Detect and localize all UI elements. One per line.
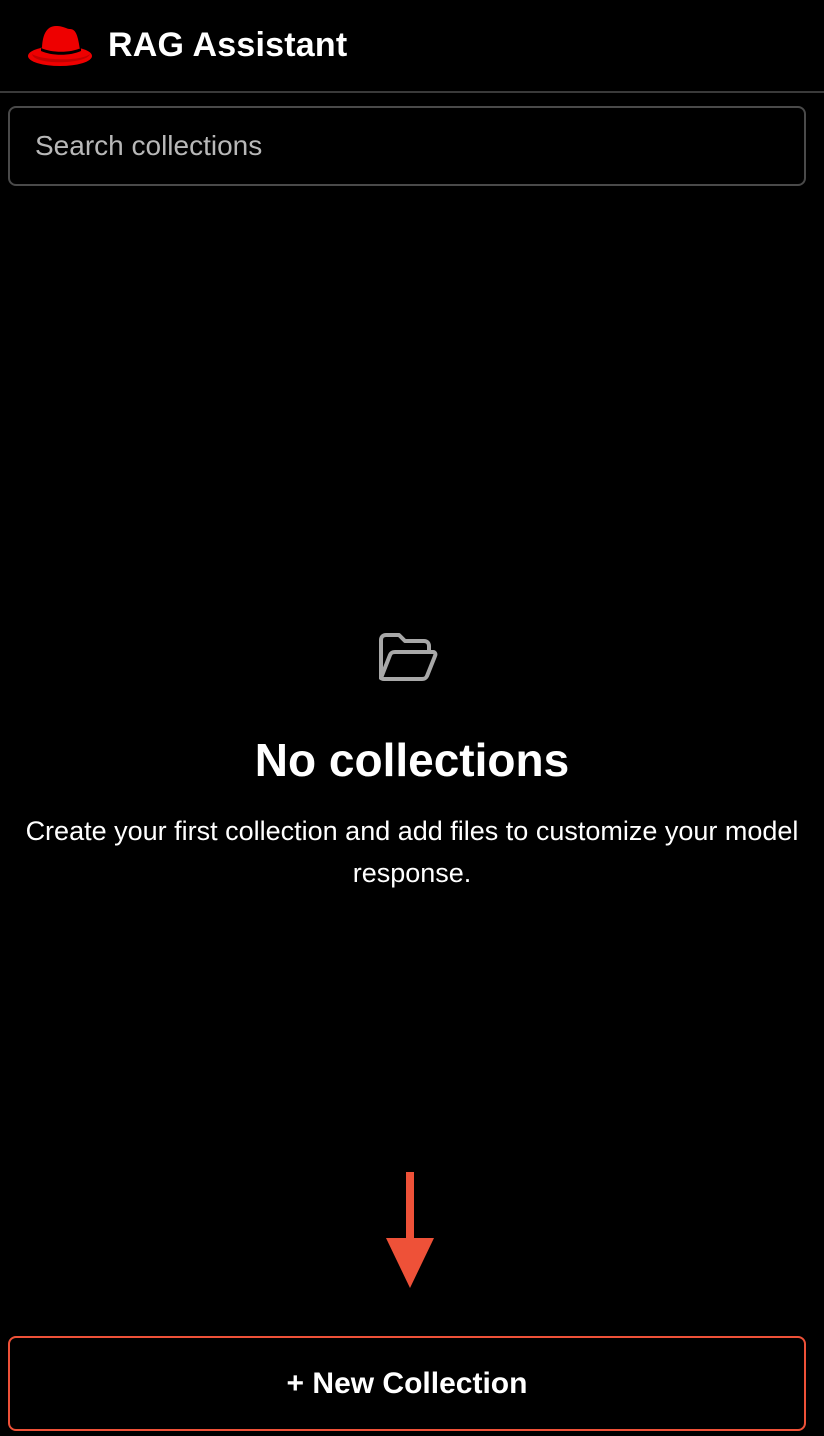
search-input[interactable] xyxy=(10,108,804,184)
red-hat-fedora-icon xyxy=(28,26,92,66)
new-collection-button[interactable]: + New Collection xyxy=(8,1336,806,1431)
rag-assistant-sidebar: RAG Assistant No collections Create your… xyxy=(0,0,824,1436)
app-title: RAG Assistant xyxy=(108,26,348,64)
arrow-down-icon xyxy=(386,1172,434,1288)
empty-state-title: No collections xyxy=(254,734,570,786)
empty-state-description: Create your first collection and add fil… xyxy=(25,816,799,888)
app-header: RAG Assistant xyxy=(0,0,824,93)
folder-open-icon xyxy=(379,633,438,681)
search-box xyxy=(8,106,806,186)
